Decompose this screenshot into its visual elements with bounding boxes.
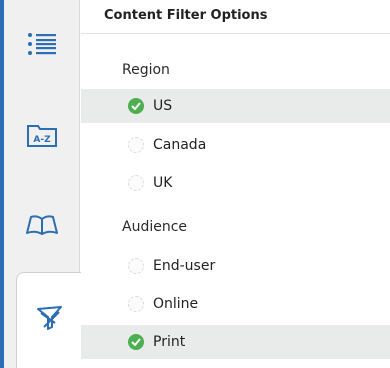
- check-circle-icon: [128, 334, 144, 350]
- empty-radio-icon: [128, 137, 144, 153]
- glossary-button[interactable]: [4, 208, 80, 242]
- option-label: Print: [153, 334, 186, 350]
- check-circle-icon: [128, 98, 144, 114]
- sidebar: A-Z: [4, 0, 85, 368]
- content-filter-panel: Content Filter Options Region US Canada …: [81, 0, 390, 368]
- index-button[interactable]: A-Z: [4, 118, 80, 152]
- empty-radio-icon: [128, 175, 144, 191]
- option-region-canada[interactable]: Canada: [81, 128, 390, 162]
- option-audience-print[interactable]: Print: [81, 325, 390, 359]
- audience-section-label: Audience: [122, 219, 188, 235]
- region-section-label: Region: [122, 62, 170, 78]
- option-audience-end-user[interactable]: End-user: [81, 249, 390, 283]
- option-audience-online[interactable]: Online: [81, 287, 390, 321]
- filter-button[interactable]: [12, 300, 88, 336]
- option-region-uk[interactable]: UK: [81, 166, 390, 200]
- option-region-us[interactable]: US: [81, 89, 390, 123]
- empty-radio-icon: [128, 258, 144, 274]
- svg-text:A-Z: A-Z: [33, 135, 51, 145]
- option-label: End-user: [153, 258, 216, 274]
- option-label: US: [153, 98, 173, 114]
- filter-icon: [35, 303, 65, 333]
- toc-button[interactable]: [4, 28, 80, 60]
- panel-header: Content Filter Options: [81, 0, 390, 34]
- toc-list-icon: [25, 31, 59, 57]
- option-label: Online: [153, 296, 199, 312]
- option-label: Canada: [153, 137, 207, 153]
- panel-title: Content Filter Options: [104, 8, 268, 23]
- option-label: UK: [153, 175, 173, 191]
- index-az-icon: A-Z: [25, 121, 59, 149]
- empty-radio-icon: [128, 296, 144, 312]
- book-icon: [24, 212, 60, 238]
